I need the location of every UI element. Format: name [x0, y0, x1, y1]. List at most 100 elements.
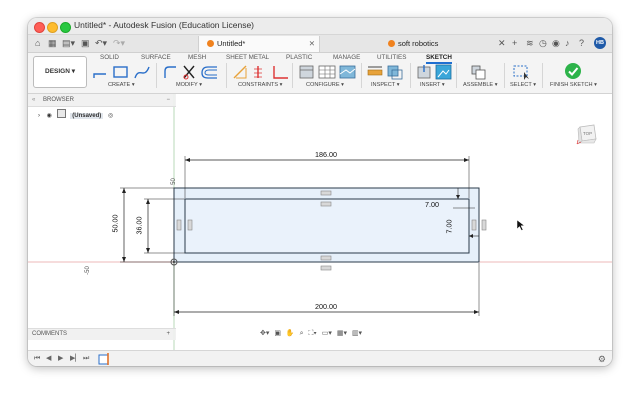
configure-tools-icons[interactable]	[298, 64, 358, 80]
collapse-icon[interactable]: «	[28, 97, 35, 103]
tab-sketch[interactable]: SKETCH	[426, 53, 452, 64]
visibility-eye-icon[interactable]: ◉	[47, 113, 52, 119]
modify-tools-icons[interactable]	[162, 64, 222, 80]
divider	[226, 63, 227, 88]
constraints-menu[interactable]: CONSTRAINTS ▾	[238, 81, 282, 89]
insert-canvas-icon	[435, 64, 452, 80]
browser-root-item[interactable]: › ◉ (Unsaved) ◎	[38, 109, 113, 121]
view-cube-label: TOP	[583, 131, 592, 136]
insert-menu[interactable]: INSERT ▾	[420, 81, 445, 89]
minimize-window-button[interactable]	[47, 22, 58, 33]
title-bar: Untitled* - Autodesk Fusion (Education L…	[28, 18, 612, 35]
user-avatar[interactable]: HB	[594, 37, 606, 49]
grid-settings-icon[interactable]: ▦▾	[337, 330, 347, 337]
select-tool-icon[interactable]	[512, 64, 532, 80]
select-menu[interactable]: SELECT ▾	[510, 81, 536, 89]
zoom-icon[interactable]: ⌕	[300, 330, 304, 337]
help-globe-icon[interactable]: ◉	[552, 38, 560, 49]
inspect-label: INSPECT	[371, 82, 396, 88]
tab-untitled-label: Untitled*	[217, 39, 246, 48]
insert-tools-icons[interactable]	[416, 64, 454, 80]
tab-plastic[interactable]: PLASTIC	[286, 53, 312, 62]
extensions-icon[interactable]: ≋	[526, 38, 534, 49]
configure-menu[interactable]: CONFIGURE ▾	[306, 81, 344, 89]
add-comment-icon[interactable]: +	[166, 329, 170, 340]
interference-icon	[387, 65, 403, 80]
fit-icon[interactable]: ⛶▾	[308, 330, 316, 337]
create-menu[interactable]: CREATE ▾	[108, 81, 135, 89]
finish-sketch-icon[interactable]	[564, 62, 582, 80]
browser-root-label: (Unsaved)	[70, 113, 104, 119]
axis-label-50: 50	[170, 178, 177, 185]
tab-sheet-metal[interactable]: SHEET METAL	[226, 53, 269, 62]
activate-radio-icon[interactable]: ◎	[108, 113, 113, 119]
go-to-start-icon[interactable]: ⏮	[34, 354, 40, 364]
view-cube-icon[interactable]: TOP	[576, 122, 600, 146]
tab-solid[interactable]: SOLID	[100, 53, 119, 62]
sketch-feature-icon[interactable]	[98, 352, 112, 366]
tab-close-icon[interactable]: ✕	[309, 36, 315, 52]
tab-manage[interactable]: MANAGE	[333, 53, 360, 62]
constraints-tools-icons[interactable]	[232, 64, 290, 80]
play-icon[interactable]: ▶	[58, 354, 63, 364]
assemble-tools-icons[interactable]	[470, 64, 488, 80]
notifications-icon[interactable]: ♪	[565, 38, 570, 49]
dimension-overall-width[interactable]: 186.00	[315, 150, 337, 159]
viewports-icon[interactable]: ▥▾	[352, 330, 362, 337]
assemble-menu[interactable]: ASSEMBLE ▾	[463, 81, 498, 89]
grid-menu-icon[interactable]: ▦	[48, 38, 57, 49]
tab-utilities[interactable]: UTILITIES	[377, 53, 406, 62]
home-icon[interactable]: ⌂	[35, 38, 40, 49]
workspace-switcher[interactable]: DESIGN ▾	[33, 56, 87, 88]
orbit-icon[interactable]: ✥▾	[260, 330, 269, 337]
timeline-settings-gear-icon[interactable]: ⚙	[598, 354, 606, 364]
divider	[361, 63, 362, 88]
help-icon[interactable]: ?	[579, 38, 584, 49]
navigation-toolbar: ✥▾ ▣ ✋ ⌕ ⛶▾ ▭▾ ▦▾ ▥▾	[260, 328, 362, 339]
close-tab-icon[interactable]: ✕	[498, 38, 506, 49]
zoom-window-button[interactable]	[60, 22, 71, 33]
file-menu-icon[interactable]: ▤▾	[62, 38, 75, 49]
display-settings-icon[interactable]: ▭▾	[322, 330, 332, 337]
inspect-menu[interactable]: INSPECT ▾	[371, 81, 400, 89]
inspect-tools-icons[interactable]	[366, 64, 406, 80]
step-back-icon[interactable]: ◀	[46, 354, 51, 364]
undo-icon[interactable]: ↶▾	[95, 38, 107, 49]
trim-tool-icon	[183, 65, 195, 80]
fusion-logo-icon	[199, 39, 217, 48]
finish-sketch-menu[interactable]: FINISH SKETCH ▾	[550, 81, 597, 89]
app-window: Untitled* - Autodesk Fusion (Education L…	[28, 18, 612, 366]
comments-panel-header[interactable]: COMMENTS +	[28, 328, 176, 340]
tab-surface[interactable]: SURFACE	[141, 53, 171, 62]
step-forward-icon[interactable]: ▶▏	[70, 354, 81, 364]
close-window-button[interactable]	[34, 22, 45, 33]
create-tools-icons[interactable]	[92, 64, 152, 80]
insert-label: INSERT	[420, 82, 441, 88]
new-component-icon	[471, 65, 486, 80]
modify-menu[interactable]: MODIFY ▾	[176, 81, 202, 89]
browser-panel-header[interactable]: « BROWSER −	[28, 94, 176, 107]
expand-arrow-icon[interactable]: ›	[38, 113, 40, 119]
tab-soft-robotics[interactable]: soft robotics	[388, 36, 468, 52]
pan-icon[interactable]: ✋	[286, 330, 295, 337]
fillet-tool-icon	[164, 66, 176, 78]
configure-model-icon	[299, 65, 314, 79]
look-at-icon[interactable]: ▣	[274, 330, 281, 337]
tab-untitled[interactable]: Untitled* ✕	[198, 36, 320, 52]
redo-icon[interactable]: ↷▾	[113, 38, 125, 49]
new-tab-icon[interactable]: +	[512, 38, 517, 49]
modify-label: MODIFY	[176, 82, 198, 88]
clock-icon[interactable]: ◷	[539, 38, 547, 49]
browser-minimize-icon[interactable]: −	[166, 94, 170, 106]
save-icon[interactable]: ▣	[81, 38, 90, 49]
design-canvas[interactable]: 186.00 200.00 50.00 36.00 7.00 7.00 50 -…	[28, 94, 612, 350]
dimension-outer-height[interactable]: 50.00	[111, 215, 120, 233]
dimension-offset-top[interactable]: 7.00	[425, 200, 439, 209]
rectangle-tool-icon	[113, 66, 128, 78]
go-to-end-icon[interactable]: ⏭	[83, 354, 89, 364]
tab-mesh[interactable]: MESH	[188, 53, 206, 62]
dimension-inner-height[interactable]: 36.00	[135, 217, 144, 235]
dimension-offset-right[interactable]: 7.00	[445, 220, 454, 234]
dimension-outer-width[interactable]: 200.00	[315, 302, 337, 311]
configuration-table-icon	[318, 65, 336, 79]
